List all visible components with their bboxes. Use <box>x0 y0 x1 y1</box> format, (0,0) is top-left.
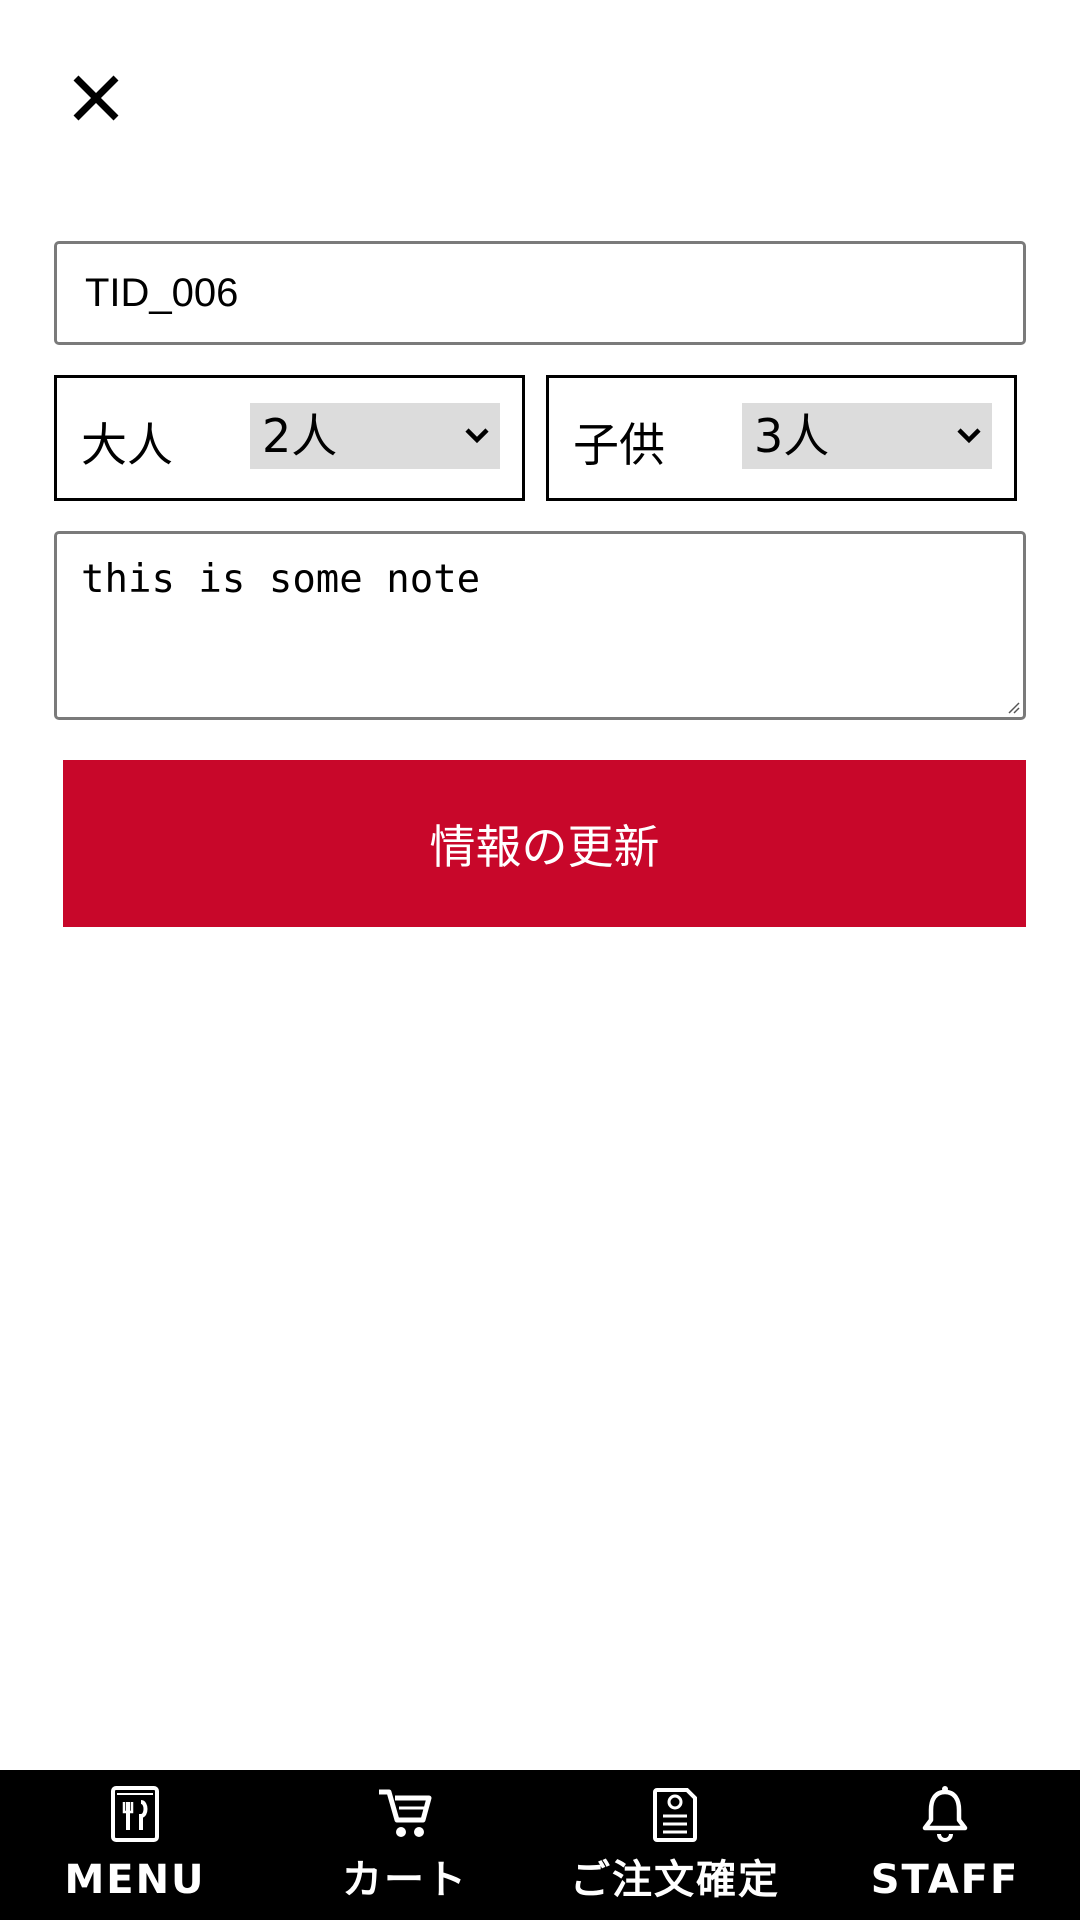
note-textarea[interactable]: this is some note <box>54 531 1026 720</box>
table-settings-page: 大人 2人 子供 3人 this is some note 情報の更新 <box>0 0 1080 1920</box>
nav-item-order-confirm[interactable]: ご注文確定 <box>540 1770 810 1920</box>
update-info-button-label: 情報の更新 <box>429 819 660 874</box>
close-button[interactable] <box>54 56 138 140</box>
nav-label-staff: STAFF <box>870 1857 1020 1903</box>
menu-book-icon <box>111 1786 159 1842</box>
nav-label-menu: MENU <box>64 1857 206 1903</box>
update-info-button[interactable]: 情報の更新 <box>63 760 1026 927</box>
note-text: this is some note <box>81 557 481 602</box>
nav-item-staff[interactable]: STAFF <box>810 1770 1080 1920</box>
chevron-down-icon <box>465 428 489 444</box>
adult-label: 大人 <box>81 418 173 472</box>
child-count-box: 子供 3人 <box>546 375 1017 501</box>
bottom-nav: MENU カート ご注文確定 STAFF <box>0 1770 1080 1920</box>
adult-count-box: 大人 2人 <box>54 375 525 501</box>
table-id-input[interactable] <box>54 241 1026 345</box>
child-label: 子供 <box>573 418 665 472</box>
cart-icon <box>379 1789 432 1837</box>
resize-grip-icon[interactable] <box>1006 700 1020 714</box>
adult-count-value: 2人 <box>262 409 338 463</box>
adult-count-select[interactable]: 2人 <box>250 403 500 469</box>
nav-label-cart: カート <box>342 1857 468 1903</box>
order-confirm-icon <box>653 1788 697 1842</box>
chevron-down-icon <box>957 428 981 444</box>
nav-item-cart[interactable]: カート <box>270 1770 540 1920</box>
nav-item-menu[interactable]: MENU <box>0 1770 270 1920</box>
child-count-value: 3人 <box>754 409 830 463</box>
nav-label-order-confirm: ご注文確定 <box>570 1857 780 1903</box>
child-count-select[interactable]: 3人 <box>742 403 992 469</box>
close-icon <box>73 75 119 121</box>
bell-icon <box>922 1786 968 1842</box>
